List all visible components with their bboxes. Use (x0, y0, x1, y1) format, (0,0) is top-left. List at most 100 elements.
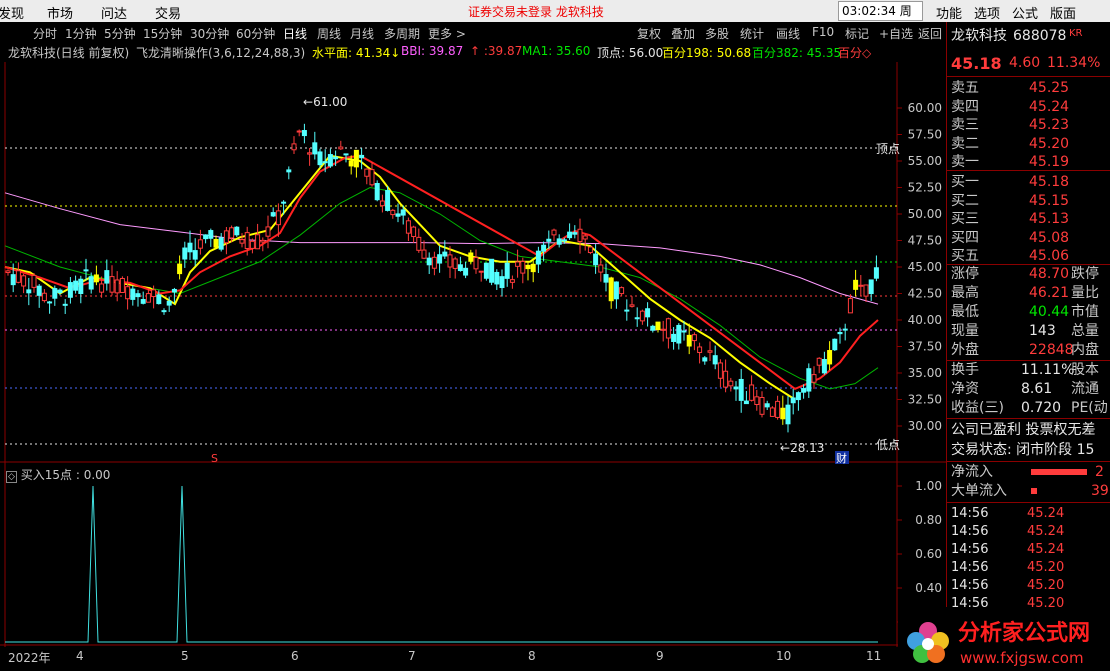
sell-signal-mark: S (211, 452, 218, 465)
candle-body (811, 374, 817, 383)
candle-body (473, 257, 479, 270)
period-monthly[interactable]: 月线 (350, 25, 374, 42)
candle-body (374, 183, 380, 201)
candle-body (140, 299, 146, 304)
price-tick-label: 50.00 (908, 207, 942, 221)
ask-price: 45.24 (1029, 98, 1070, 115)
candle-body (847, 298, 853, 314)
candle-body (738, 378, 744, 401)
candle-body (468, 252, 474, 262)
period-weekly[interactable]: 周线 (317, 25, 341, 42)
menu-wenda[interactable]: 问达 (101, 3, 127, 22)
candle-body (307, 152, 313, 155)
toolbar-add-watch[interactable]: +自选 (879, 25, 913, 42)
bottom-point-tag: 低点 (876, 438, 900, 452)
pct-more-value: 百分◇ (838, 46, 872, 60)
candle-body (780, 407, 786, 420)
stat2-row: 净资 8.61 流通 (947, 380, 1110, 399)
period-daily[interactable]: 日线 (283, 25, 307, 42)
toolbar-fuquan[interactable]: 复权 (637, 25, 661, 42)
candle-body (447, 254, 453, 268)
stat2-label: 收益(三) (951, 400, 1004, 416)
top-point-tag: 顶点 (876, 142, 900, 156)
toolbar-draw[interactable]: 画线 (776, 25, 800, 42)
candle-body (416, 236, 422, 251)
menu-function[interactable]: 功能 (936, 3, 962, 22)
candle-body (411, 226, 417, 238)
candle-body (608, 277, 614, 302)
candle-body (114, 279, 120, 294)
candle-body (400, 209, 406, 216)
candle-body (286, 169, 292, 173)
period-30min[interactable]: 30分钟 (190, 25, 229, 42)
bid-price: 45.06 (1029, 248, 1070, 264)
candles-group (5, 123, 879, 433)
candle-body (255, 234, 261, 250)
period-5min[interactable]: 5分钟 (104, 25, 136, 42)
candle-body (62, 303, 68, 306)
period-intraday[interactable]: 分时 (33, 25, 57, 42)
period-15min[interactable]: 15分钟 (143, 25, 182, 42)
toolbar-f10[interactable]: F10 (812, 25, 834, 39)
formula-name[interactable]: 飞龙清晰操作(3,6,12,24,88,3) (136, 44, 305, 61)
candle-body (863, 284, 869, 297)
candle-body (572, 232, 578, 235)
menu-options[interactable]: 选项 (974, 3, 1000, 22)
ask-price: 45.23 (1029, 117, 1070, 133)
menu-formula[interactable]: 公式 (1012, 3, 1038, 22)
candle-body (359, 154, 365, 159)
candle-body (270, 212, 276, 217)
candle-body (530, 263, 536, 273)
menu-layout[interactable]: 版面 (1050, 3, 1076, 22)
toolbar-multistock[interactable]: 多股 (705, 25, 729, 42)
toolbar-back[interactable]: 返回 (918, 25, 942, 42)
candle-body (229, 227, 235, 239)
candle-body (785, 404, 791, 425)
tick-time: 14:56 (951, 524, 989, 539)
stat-value: 40.44 (1029, 304, 1070, 320)
candle-body (452, 258, 458, 269)
divider (947, 76, 1110, 77)
login-notice[interactable]: 证券交易未登录 龙软科技 (468, 3, 604, 20)
high-mark-label: ←61.00 (303, 95, 347, 109)
candle-body (15, 270, 21, 283)
stat2-value: 8.61 (1021, 381, 1053, 397)
candle-body (26, 289, 32, 294)
bid-row: 买一 45.18 (947, 173, 1110, 192)
candle-body (379, 200, 385, 207)
candlestick-chart[interactable]: 60.00 57.50 55.00 52.50 50.00 47.50 45.00 42.50… (0, 62, 946, 647)
finance-mark[interactable]: 财 (836, 451, 847, 465)
candle-body (504, 262, 510, 279)
ask-price: 45.19 (1029, 154, 1070, 170)
stat-label2: 市值 (1071, 304, 1099, 320)
tick-time: 14:56 (951, 560, 989, 575)
menu-discover[interactable]: 发现 (0, 3, 24, 22)
candle-body (525, 264, 531, 270)
menu-market[interactable]: 市场 (47, 3, 73, 22)
collapse-icon[interactable]: ◇ (6, 471, 17, 483)
period-1min[interactable]: 1分钟 (65, 25, 97, 42)
candle-body (223, 230, 229, 244)
candle-body (130, 288, 136, 300)
candle-body (317, 151, 323, 166)
period-multi[interactable]: 多周期 (384, 25, 420, 42)
candle-body (587, 246, 593, 254)
net-inflow-value: 2 (1095, 464, 1104, 480)
toolbar-overlay[interactable]: 叠加 (671, 25, 695, 42)
candle-body (858, 284, 864, 287)
candle-body (821, 359, 827, 374)
bid-row: 买二 45.15 (947, 192, 1110, 211)
candle-body (83, 269, 89, 272)
period-more[interactable]: 更多 > (428, 25, 466, 42)
menu-trade[interactable]: 交易 (155, 3, 181, 22)
candle-body (239, 239, 245, 244)
candle-body (567, 231, 573, 239)
candle-body (535, 250, 541, 265)
candle-body (348, 160, 354, 167)
tick-time: 14:56 (951, 578, 989, 593)
toolbar-stats[interactable]: 统计 (740, 25, 764, 42)
candle-body (213, 239, 219, 248)
period-60min[interactable]: 60分钟 (236, 25, 275, 42)
price-change-pct: 11.34% (1047, 55, 1101, 71)
toolbar-mark[interactable]: 标记 (845, 25, 869, 42)
